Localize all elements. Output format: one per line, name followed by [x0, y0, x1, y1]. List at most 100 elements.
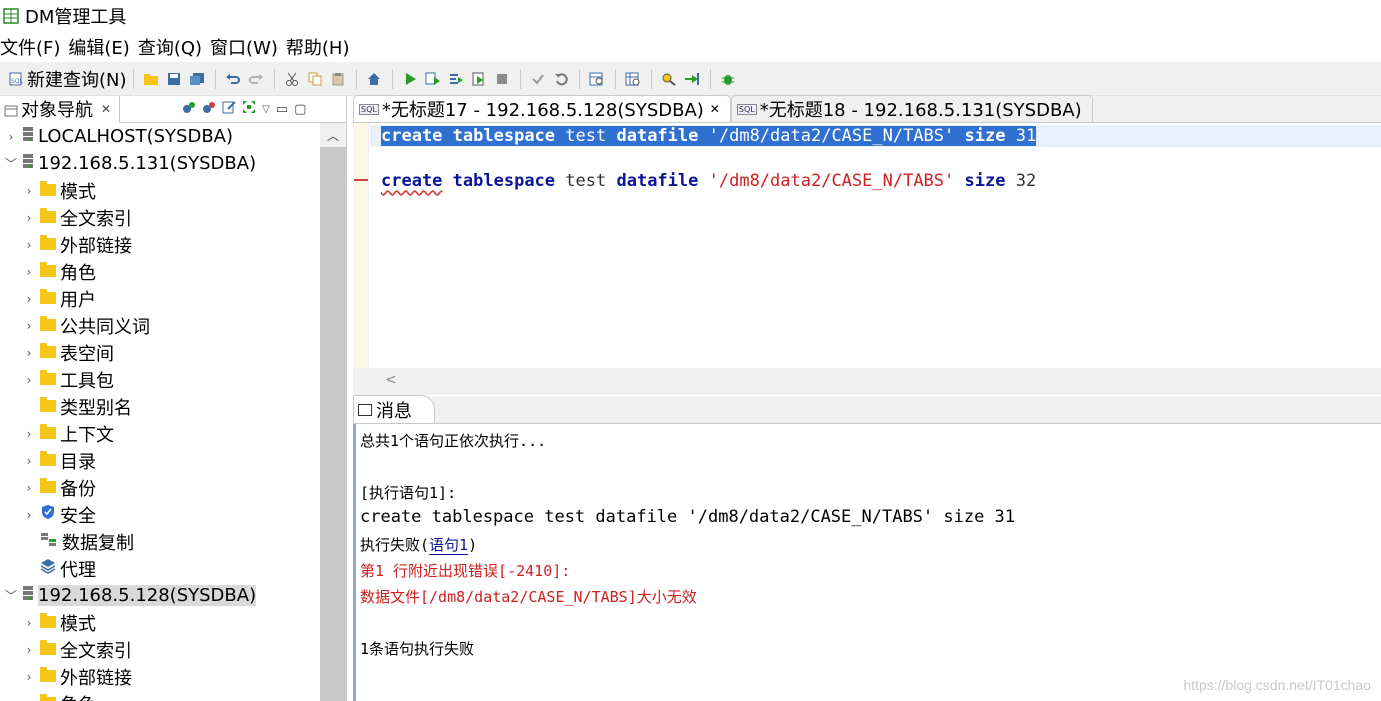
chevron-right-icon[interactable]: › — [22, 346, 36, 360]
edit-icon[interactable] — [222, 100, 236, 118]
navigator-scrollbar[interactable]: ︿ — [320, 123, 346, 701]
tree-item[interactable]: › 表空间 — [0, 339, 320, 366]
paste-icon[interactable] — [327, 68, 349, 90]
editor-horizontal-scrollbar[interactable]: < — [353, 368, 1381, 395]
tree-item[interactable]: › 上下文 — [0, 420, 320, 447]
folder-icon — [40, 180, 56, 201]
chevron-down-icon[interactable]: ﹀ — [4, 587, 18, 604]
close-icon[interactable]: ✕ — [710, 102, 720, 116]
run-step-icon[interactable] — [445, 68, 467, 90]
tree-item[interactable]: › 目录 — [0, 447, 320, 474]
chevron-right-icon[interactable]: › — [22, 373, 36, 387]
chevron-right-icon[interactable]: › — [22, 211, 36, 225]
close-icon[interactable]: ✕ — [101, 102, 111, 116]
tab-messages[interactable]: 消息 — [353, 395, 435, 423]
tree-item[interactable]: › 模式 — [0, 177, 320, 204]
menu-query[interactable]: 查询(Q) — [138, 34, 210, 60]
maximize-icon[interactable]: ▢ — [294, 102, 306, 117]
tree-item[interactable]: › 全文索引 — [0, 204, 320, 231]
menu-window[interactable]: 窗口(W) — [210, 34, 286, 60]
sql-editor[interactable]: create tablespace test datafile '/dm8/da… — [353, 123, 1381, 368]
transfer-icon[interactable] — [681, 68, 703, 90]
scrollbar-thumb[interactable] — [320, 147, 346, 701]
tree-item[interactable]: › 备份 — [0, 474, 320, 501]
chevron-right-icon[interactable]: › — [22, 616, 36, 630]
run-selected-icon[interactable] — [422, 68, 444, 90]
chevron-right-icon[interactable]: › — [22, 292, 36, 306]
chevron-right-icon[interactable]: › — [22, 319, 36, 333]
save-all-icon[interactable] — [186, 68, 208, 90]
chevron-right-icon[interactable]: › — [22, 697, 36, 701]
server-icon — [22, 153, 34, 174]
code-line-1[interactable]: create tablespace test datafile '/dm8/da… — [381, 125, 1037, 147]
code-line-3[interactable]: create tablespace test datafile '/dm8/da… — [381, 170, 1036, 192]
view-menu-icon[interactable]: ▽ — [262, 104, 270, 115]
tab-object-navigator[interactable]: 对象导航 ✕ — [0, 95, 121, 123]
title-bar: DM管理工具 — [0, 0, 1381, 32]
folder-icon — [40, 666, 56, 687]
tree-item[interactable]: › 角色 — [0, 690, 320, 701]
expand-all-icon[interactable] — [242, 100, 256, 118]
toolbar-separator — [519, 68, 521, 89]
tree-item[interactable]: › 用户 — [0, 285, 320, 312]
stop-icon[interactable] — [491, 68, 513, 90]
connect-icon[interactable] — [182, 100, 196, 118]
tree-item[interactable]: › 公共同义词 — [0, 312, 320, 339]
chevron-right-icon[interactable]: › — [22, 265, 36, 279]
home-icon[interactable] — [363, 68, 385, 90]
tab-editor-18[interactable]: SQL *无标题18 - 192.168.5.131(SYSDBA) — [730, 95, 1093, 122]
explain-plan-icon[interactable] — [586, 68, 608, 90]
tree-item[interactable]: ﹀ 192.168.5.128(SYSDBA) — [0, 582, 320, 609]
redo-icon[interactable] — [245, 68, 267, 90]
tree-item[interactable]: 代理 — [0, 555, 320, 582]
debug-search-icon[interactable] — [658, 68, 680, 90]
navigator-tab-label: 对象导航 — [21, 100, 93, 121]
open-folder-icon[interactable] — [140, 68, 162, 90]
menu-file[interactable]: 文件(F) — [0, 34, 68, 60]
chevron-right-icon[interactable]: › — [22, 184, 36, 198]
run-icon[interactable] — [399, 68, 421, 90]
run-script-icon[interactable] — [468, 68, 490, 90]
chevron-right-icon[interactable]: › — [22, 643, 36, 657]
chevron-right-icon[interactable]: › — [22, 238, 36, 252]
chevron-right-icon[interactable]: › — [22, 427, 36, 441]
server-icon — [22, 585, 34, 606]
tree-item[interactable]: ﹀ 192.168.5.131(SYSDBA) — [0, 150, 320, 177]
cut-icon[interactable] — [281, 68, 303, 90]
tab-editor-17[interactable]: SQL *无标题17 - 192.168.5.128(SYSDBA) ✕ — [353, 95, 731, 122]
chevron-right-icon[interactable]: › — [22, 481, 36, 495]
chevron-right-icon[interactable]: › — [22, 670, 36, 684]
disconnect-icon[interactable] — [202, 100, 216, 118]
chevron-right-icon[interactable]: › — [22, 508, 36, 522]
tree-item[interactable]: › 全文索引 — [0, 636, 320, 663]
chevron-right-icon[interactable]: › — [4, 130, 18, 144]
scroll-up-icon[interactable]: ︿ — [320, 123, 346, 147]
tree-item[interactable]: › 工具包 — [0, 366, 320, 393]
tree-item[interactable]: › 角色 — [0, 258, 320, 285]
tree-item[interactable]: › LOCALHOST(SYSDBA) — [0, 123, 320, 150]
menu-help[interactable]: 帮助(H) — [286, 34, 358, 60]
keyword: datafile — [616, 171, 699, 191]
commit-icon[interactable] — [527, 68, 549, 90]
debug-bug-icon[interactable] — [717, 68, 739, 90]
grid-view-icon[interactable] — [622, 68, 644, 90]
save-icon[interactable] — [163, 68, 185, 90]
tree-item[interactable]: › 外部链接 — [0, 663, 320, 690]
rollback-icon[interactable] — [550, 68, 572, 90]
chevron-right-icon[interactable]: › — [22, 454, 36, 468]
object-tree: › LOCALHOST(SYSDBA) ﹀ 192.168.5.131(SYSDBA)… — [0, 123, 320, 701]
sql-file-icon: SQL — [359, 103, 379, 115]
chevron-down-icon[interactable]: ﹀ — [4, 155, 18, 172]
minimize-icon[interactable]: ▭ — [276, 102, 288, 117]
statement-link[interactable]: 语句1 — [429, 536, 469, 555]
copy-icon[interactable] — [304, 68, 326, 90]
tree-item[interactable]: › 外部链接 — [0, 231, 320, 258]
scroll-left-icon[interactable]: < — [385, 372, 397, 388]
tree-item[interactable]: › 安全 — [0, 501, 320, 528]
menu-edit[interactable]: 编辑(E) — [68, 34, 137, 60]
undo-icon[interactable] — [222, 68, 244, 90]
tree-item[interactable]: 类型别名 — [0, 393, 320, 420]
new-query-button[interactable]: SQL 新建查询(N) — [8, 66, 127, 92]
tree-item[interactable]: › 模式 — [0, 609, 320, 636]
tree-item[interactable]: 数据复制 — [0, 528, 320, 555]
